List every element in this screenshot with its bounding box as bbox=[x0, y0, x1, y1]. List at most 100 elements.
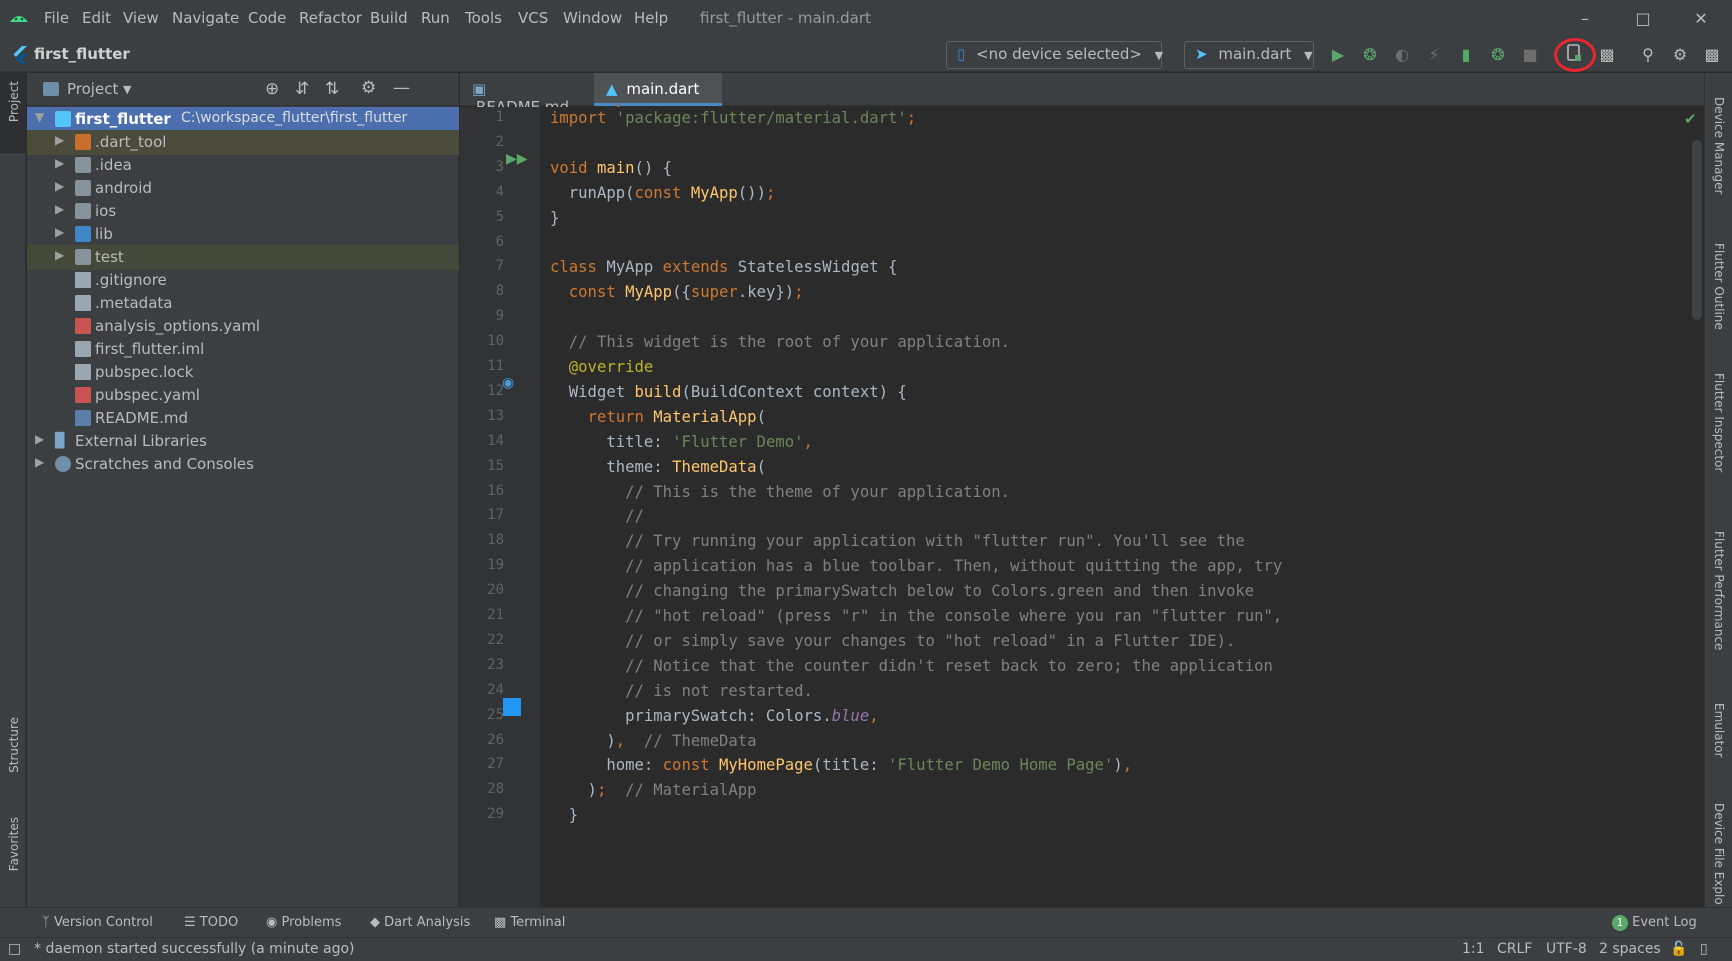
search-icon[interactable]: ⚲ bbox=[1636, 43, 1660, 67]
close-window-button[interactable]: ✕ bbox=[1681, 4, 1721, 34]
code-editor[interactable]: import 'package:flutter/material.dart'; v… bbox=[540, 107, 1704, 907]
tree-item[interactable]: pubspec.yaml bbox=[27, 383, 459, 408]
lock-icon[interactable]: 🔓 bbox=[1670, 941, 1687, 957]
toggle-tool-windows-icon[interactable]: □ bbox=[8, 941, 21, 957]
menu-tools[interactable]: Tools bbox=[465, 9, 502, 27]
sdk-manager-icon[interactable]: ▩ bbox=[1595, 43, 1619, 67]
navigation-toolbar: first_flutter ▯ <no device selected> ▼ ➤… bbox=[0, 38, 1732, 72]
chevron-right-icon[interactable]: ▶ bbox=[55, 179, 64, 193]
chevron-right-icon[interactable]: ▶ bbox=[55, 156, 64, 170]
menu-file[interactable]: File bbox=[44, 9, 69, 27]
gear-icon[interactable]: ⚙ bbox=[361, 78, 376, 98]
minimize-button[interactable]: – bbox=[1565, 4, 1605, 34]
chevron-right-icon[interactable]: ▶ bbox=[35, 455, 44, 469]
menu-vcs[interactable]: VCS bbox=[518, 9, 548, 27]
avatar-icon[interactable]: ▩ bbox=[1700, 43, 1724, 67]
stop-icon[interactable]: ■ bbox=[1518, 43, 1542, 67]
line-number: 4 bbox=[495, 183, 504, 200]
todo-tool[interactable]: ☰ TODO bbox=[184, 915, 238, 930]
caret-position[interactable]: 1:1 bbox=[1462, 941, 1485, 957]
hide-panel-icon[interactable]: — bbox=[393, 78, 410, 98]
tree-item[interactable]: analysis_options.yaml bbox=[27, 314, 459, 339]
problems-tool[interactable]: ◉ Problems bbox=[266, 915, 341, 930]
menu-run[interactable]: Run bbox=[421, 9, 450, 27]
device-manager-tool-tab[interactable]: Device Manager bbox=[1712, 97, 1726, 194]
chevron-right-icon[interactable]: ▶ bbox=[55, 133, 64, 147]
line-separator[interactable]: CRLF bbox=[1497, 941, 1532, 957]
device-selector[interactable]: ▯ <no device selected> ▼ bbox=[946, 41, 1163, 69]
color-swatch-icon[interactable] bbox=[503, 698, 521, 716]
run-gutter-icon[interactable]: ▶▶ bbox=[506, 151, 528, 167]
tree-item[interactable]: .metadata bbox=[27, 291, 459, 316]
chevron-down-icon[interactable]: ▼ bbox=[35, 110, 44, 124]
gear-icon[interactable]: ⚙ bbox=[1668, 43, 1692, 67]
expand-all-icon[interactable]: ⇵ bbox=[295, 79, 309, 99]
favorites-tool-tab[interactable]: Favorites bbox=[7, 817, 21, 871]
code-line: // "hot reload" (press "r" in the consol… bbox=[625, 607, 1283, 625]
chevron-right-icon[interactable]: ▶ bbox=[35, 432, 44, 446]
version-control-tool[interactable]: ᛉ Version Control bbox=[42, 915, 153, 930]
flutter-performance-tool-tab[interactable]: Flutter Performance bbox=[1712, 531, 1726, 650]
run-icon[interactable]: ▶ bbox=[1326, 43, 1350, 67]
code-line: @override bbox=[568, 358, 654, 376]
event-count-badge: 1 bbox=[1612, 915, 1628, 931]
file-encoding[interactable]: UTF-8 bbox=[1546, 941, 1587, 957]
menu-refactor[interactable]: Refactor bbox=[299, 9, 362, 27]
menu-help[interactable]: Help bbox=[634, 9, 668, 27]
run-with-coverage-icon[interactable]: ◐ bbox=[1390, 43, 1414, 67]
terminal-tool[interactable]: ▩ Terminal bbox=[494, 915, 565, 930]
menu-window[interactable]: Window bbox=[563, 9, 622, 27]
tree-item[interactable]: ▶ lib bbox=[27, 222, 459, 247]
attach-debugger-icon[interactable]: ▮ bbox=[1454, 43, 1478, 67]
event-log-tool[interactable]: 1 Event Log bbox=[1612, 915, 1697, 931]
menu-edit[interactable]: Edit bbox=[82, 9, 111, 27]
tree-root-first-flutter[interactable]: ▼ first_flutter C:\workspace_flutter\fir… bbox=[27, 107, 459, 132]
project-breadcrumb[interactable]: first_flutter bbox=[34, 45, 130, 63]
project-view-title[interactable]: Project bbox=[67, 80, 118, 98]
tree-item[interactable]: ▶ .dart_tool bbox=[27, 130, 459, 155]
tab-readme[interactable]: ▣ README.md ✕ bbox=[460, 73, 592, 134]
menu-navigate[interactable]: Navigate bbox=[172, 9, 239, 27]
status-message[interactable]: * daemon started successfully (a minute … bbox=[34, 941, 355, 957]
maximize-button[interactable]: □ bbox=[1623, 4, 1663, 34]
code-line: // Notice that the counter didn't reset … bbox=[625, 656, 1273, 675]
run-configuration-selector[interactable]: ➤ main.dart ▼ bbox=[1184, 41, 1314, 69]
menu-build[interactable]: Build bbox=[370, 9, 408, 27]
code-line: class MyApp extends StatelessWidget { bbox=[550, 258, 898, 277]
device-file-explorer-tool-tab[interactable]: Device File Explo bbox=[1712, 803, 1726, 905]
chevron-right-icon[interactable]: ▶ bbox=[55, 225, 64, 239]
chevron-right-icon[interactable]: ▶ bbox=[55, 202, 64, 216]
debug-icon[interactable]: ❂ bbox=[1358, 43, 1382, 67]
chevron-right-icon[interactable]: ▶ bbox=[55, 248, 64, 262]
tab-main-dart[interactable]: ▲ main.dart ✕ bbox=[594, 73, 722, 116]
tree-item[interactable]: pubspec.lock bbox=[27, 360, 459, 385]
flutter-inspector-tool-tab[interactable]: Flutter Inspector bbox=[1712, 373, 1726, 472]
locate-file-icon[interactable]: ⊕ bbox=[265, 79, 279, 99]
tree-item-external-libraries[interactable]: ▶ ▉ External Libraries bbox=[27, 429, 459, 454]
tree-item[interactable]: .gitignore bbox=[27, 268, 459, 293]
emulator-tool-tab[interactable]: Emulator bbox=[1712, 703, 1726, 758]
tree-item[interactable]: ▶ ios bbox=[27, 199, 459, 224]
project-tool-tab[interactable]: Project bbox=[0, 73, 26, 153]
menu-code[interactable]: Code bbox=[248, 9, 286, 27]
apply-changes-icon[interactable]: ❂ bbox=[1486, 43, 1510, 67]
notifications-icon[interactable]: ▯ bbox=[1700, 941, 1708, 957]
code-line: ); // MaterialApp bbox=[550, 781, 757, 800]
inspection-ok-icon[interactable]: ✔ bbox=[1684, 110, 1697, 128]
tree-item[interactable]: README.md bbox=[27, 406, 459, 431]
tree-item[interactable]: ▶ android bbox=[27, 176, 459, 201]
editor-scrollbar[interactable] bbox=[1692, 140, 1702, 320]
tree-item[interactable]: ▶ .idea bbox=[27, 153, 459, 178]
tree-item[interactable]: ▶ test bbox=[27, 245, 459, 270]
flutter-outline-tool-tab[interactable]: Flutter Outline bbox=[1712, 243, 1726, 330]
hot-reload-icon[interactable]: ⚡ bbox=[1422, 43, 1446, 67]
chevron-down-icon[interactable]: ▼ bbox=[123, 83, 131, 96]
dart-analysis-tool[interactable]: ◆ Dart Analysis bbox=[370, 915, 470, 930]
structure-tool-tab[interactable]: Structure bbox=[7, 717, 21, 773]
indent-setting[interactable]: 2 spaces bbox=[1599, 941, 1661, 957]
collapse-all-icon[interactable]: ⇅ bbox=[325, 79, 339, 99]
tree-item[interactable]: first_flutter.iml bbox=[27, 337, 459, 362]
code-line: // changing the primarySwatch below to C… bbox=[625, 582, 1255, 601]
menu-view[interactable]: View bbox=[123, 9, 159, 27]
tree-item-scratches[interactable]: ▶ Scratches and Consoles bbox=[27, 452, 459, 477]
